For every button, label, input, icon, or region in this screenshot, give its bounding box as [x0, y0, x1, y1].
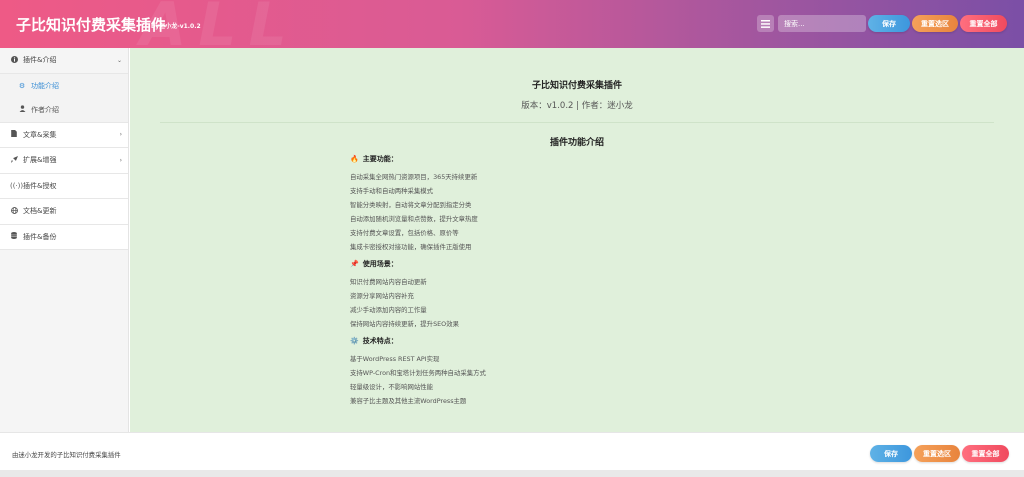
version-line: 版本：v1.0.2 | 作者：迷小龙: [521, 101, 633, 111]
bottom-strip: [0, 470, 1024, 477]
footer-bar: 由迷小龙开发的子比知识付费采集插件 保存 重置选区 重置全部: [0, 432, 1024, 470]
globe-icon: [10, 206, 18, 216]
sidebar-subitem-features[interactable]: ⚙ 功能介绍: [0, 73, 128, 98]
signal-icon: ((·)): [10, 181, 24, 190]
list-item: 保持网站内容持续更新，提升SEO效果: [350, 320, 459, 328]
info-icon: [10, 55, 18, 65]
main-content: 子比知识付费采集插件 版本：v1.0.2 | 作者：迷小龙 插件功能介绍 🔥 主要…: [130, 48, 1024, 432]
reset-all-button[interactable]: 重置全部: [960, 15, 1007, 32]
section-tech-heading: ⚙️ 技术特点：: [350, 336, 398, 346]
footer-save-button[interactable]: 保存: [870, 445, 912, 462]
list-item: 智能分类映射，自动将文章分配到指定分类: [350, 201, 472, 209]
list-item: 自动添加随机浏览量和点赞数，提升文章热度: [350, 215, 478, 223]
sidebar-item-label: 文章&采集: [23, 130, 57, 139]
gears-icon: ⚙: [18, 81, 26, 90]
list-item: 支持WP-Cron和宝塔计划任务两种自动采集方式: [350, 369, 486, 377]
app-title: 子比知识付费采集插件: [16, 16, 167, 34]
sidebar-item-label: 扩展&增强: [23, 156, 57, 165]
fire-icon: 🔥: [350, 155, 359, 163]
app-byline: by迷小龙-v1.0.2: [151, 23, 201, 30]
document-icon: [10, 130, 18, 139]
database-icon: [10, 232, 18, 241]
menu-toggle-icon[interactable]: [757, 15, 774, 32]
list-item: 兼容子比主题及其他主流WordPress主题: [350, 397, 467, 405]
search-input[interactable]: [778, 15, 866, 32]
section-heading-text: 技术特点：: [362, 337, 398, 345]
list-item: 支持付费文章设置，包括价格、原价等: [350, 229, 459, 237]
sidebar-subitem-label: 作者介绍: [31, 105, 59, 114]
footer-reset-section-button[interactable]: 重置选区: [914, 445, 960, 462]
sidebar-subitem-label: 功能介绍: [31, 81, 59, 90]
user-icon: [18, 105, 26, 114]
sidebar-item-extensions[interactable]: 扩展&增强 ›: [0, 148, 128, 174]
gear-icon: ⚙️: [350, 337, 359, 345]
sidebar-item-articles[interactable]: 文章&采集 ›: [0, 122, 128, 148]
sidebar-item-license[interactable]: ((·)) 插件&授权: [0, 173, 128, 199]
footer-reset-all-button[interactable]: 重置全部: [962, 445, 1009, 462]
list-item: 轻量级设计，不影响网站性能: [350, 383, 434, 391]
list-item: 集成卡密授权对接功能，确保插件正版使用: [350, 243, 472, 251]
list-item: 资源分享网站内容补充: [350, 292, 414, 300]
sidebar-item-label: 插件&授权: [23, 181, 57, 190]
sidebar-item-label: 文档&更新: [23, 207, 57, 216]
section-usage-heading: 📌 使用场景：: [350, 259, 398, 269]
plugin-title: 子比知识付费采集插件: [531, 81, 622, 91]
section-heading-text: 主要功能：: [362, 155, 398, 163]
section-heading-text: 使用场景：: [362, 260, 398, 268]
list-item: 减少手动添加内容的工作量: [350, 306, 427, 314]
chevron-right-icon: ›: [119, 131, 122, 139]
pushpin-icon: 📌: [350, 260, 359, 268]
divider: [160, 122, 994, 123]
chevron-down-icon: ⌄: [116, 56, 122, 64]
intro-title: 插件功能介绍: [549, 138, 604, 148]
reset-section-button[interactable]: 重置选区: [912, 15, 958, 32]
sidebar-subitem-author[interactable]: 作者介绍: [0, 97, 128, 123]
section-main-heading: 🔥 主要功能：: [350, 154, 398, 164]
sidebar-item-docs[interactable]: 文档&更新: [0, 199, 128, 225]
rocket-icon: [10, 155, 18, 165]
list-item: 基于WordPress REST API实现: [350, 355, 440, 363]
save-button[interactable]: 保存: [868, 15, 910, 32]
footer-credit: 由迷小龙开发的子比知识付费采集插件: [12, 451, 121, 459]
sidebar-item-backup[interactable]: 插件&备份: [0, 224, 128, 250]
sidebar-item-label: 插件&备份: [23, 232, 57, 241]
sidebar-item-label: 插件&介绍: [23, 56, 57, 65]
list-item: 知识付费网站内容自动更新: [350, 278, 427, 286]
sidebar: 插件&介绍 ⌄ ⚙ 功能介绍 作者介绍 文章&采集 › 扩展&增强 › ((·)…: [0, 48, 129, 432]
chevron-right-icon: ›: [119, 156, 122, 164]
list-item: 自动采集全网热门资源项目，365天持续更新: [350, 173, 478, 181]
list-item: 支持手动和自动两种采集模式: [350, 187, 434, 195]
header-bar: ALL 子比知识付费采集插件 by迷小龙-v1.0.2 保存 重置选区 重置全部: [0, 0, 1024, 48]
sidebar-item-intro[interactable]: 插件&介绍 ⌄: [0, 48, 128, 74]
